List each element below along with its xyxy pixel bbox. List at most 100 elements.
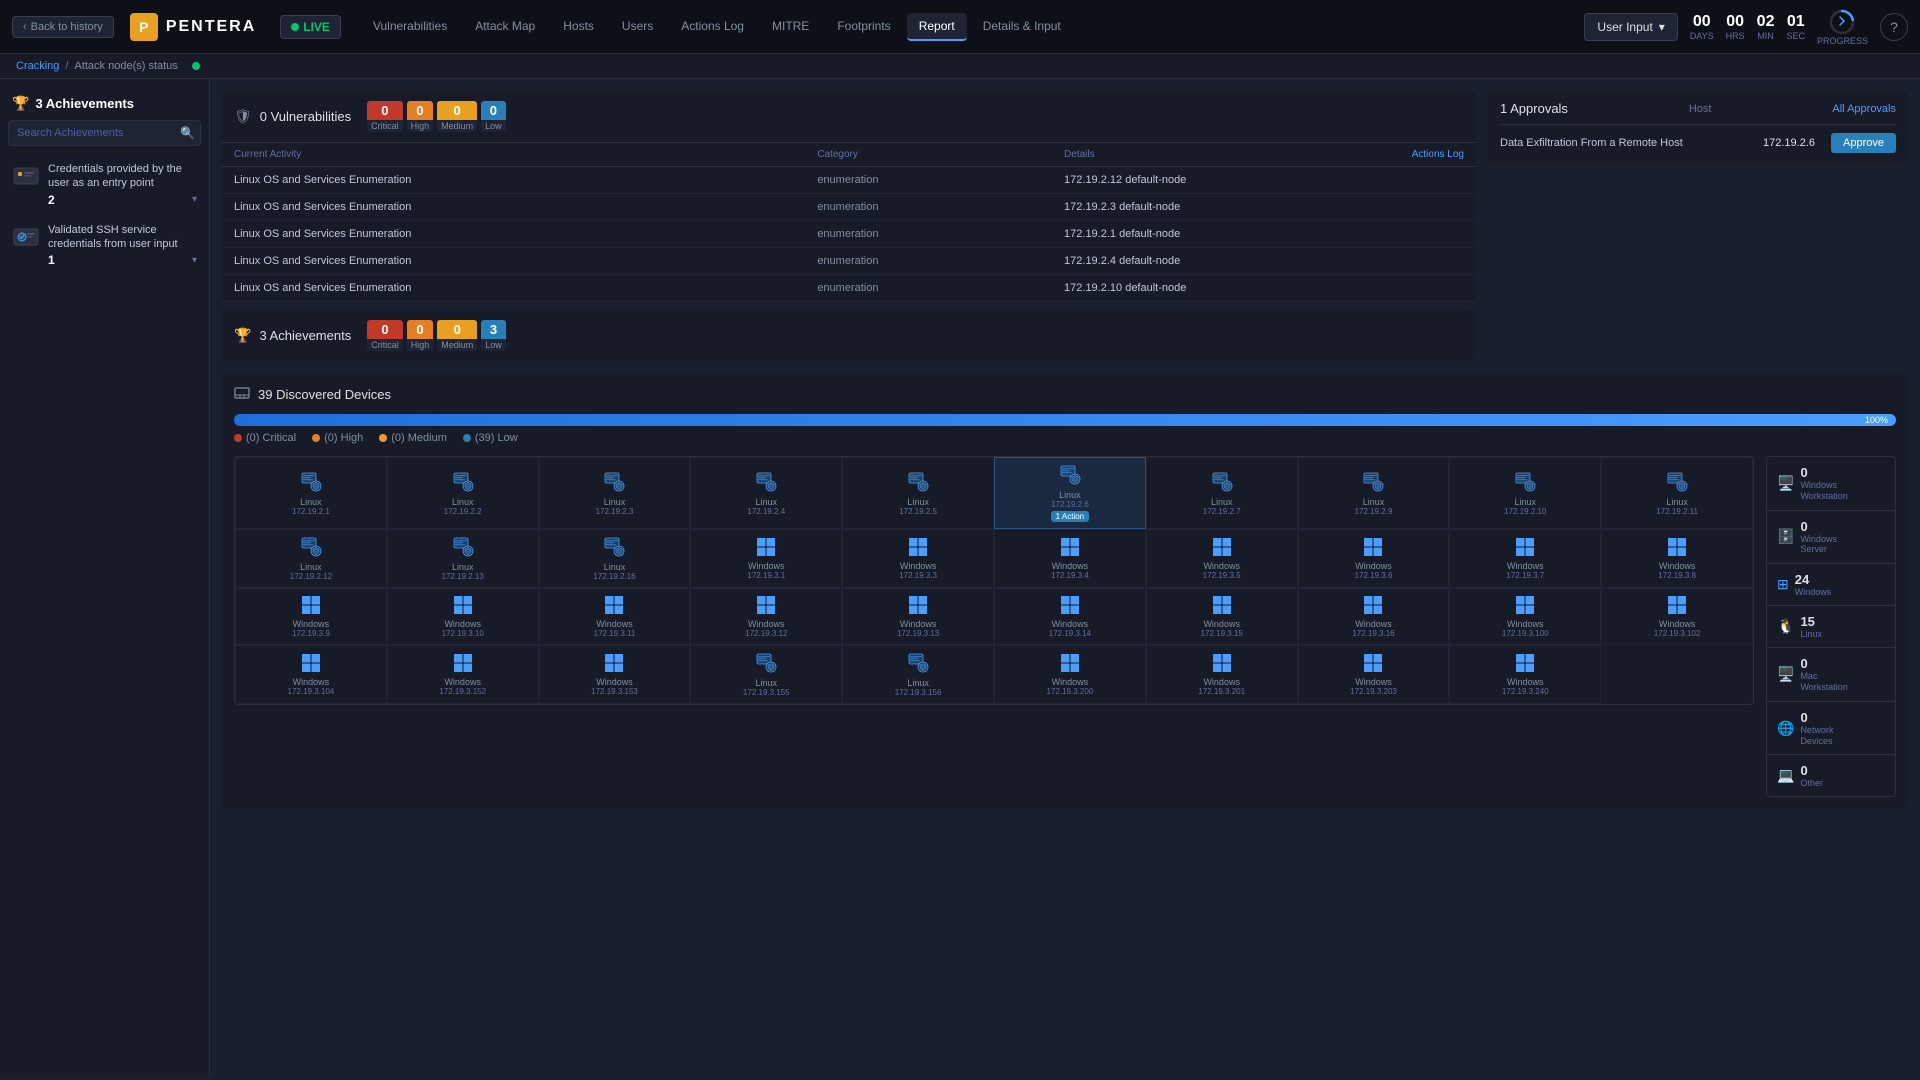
device-cell[interactable]: Windows 172.19.3.15 (1146, 588, 1298, 645)
device-ip: 172.19.3.100 (1502, 629, 1549, 638)
device-cell[interactable]: Linux 172.19.2.13 (387, 529, 539, 588)
device-cell[interactable]: Windows 172.19.3.13 (842, 588, 994, 645)
device-name: Linux (756, 497, 778, 507)
device-cell[interactable]: Windows 172.19.3.9 (235, 588, 387, 645)
device-cell[interactable]: Windows 172.19.3.153 (539, 645, 691, 704)
device-cell[interactable]: Windows 172.19.3.102 (1601, 588, 1753, 645)
device-cell[interactable]: Linux 172.19.2.5 (842, 457, 994, 529)
nav-details-input[interactable]: Details & Input (971, 13, 1073, 41)
device-cell[interactable]: Windows 172.19.3.6 (1298, 529, 1450, 588)
nav-attack-map[interactable]: Attack Map (463, 13, 547, 41)
device-icon-container (1212, 595, 1232, 618)
device-cell[interactable]: Windows 172.19.3.14 (994, 588, 1146, 645)
devices-icon (234, 385, 250, 404)
device-cell[interactable]: Linux 172.19.3.155 (690, 645, 842, 704)
device-cell[interactable]: Windows 172.19.3.201 (1146, 645, 1298, 704)
cat-win-workstation: 🖥️ 0 WindowsWorkstation (1767, 457, 1895, 511)
achievement-expand-2[interactable]: ▾ (192, 255, 197, 266)
nav-mitre[interactable]: MITRE (760, 13, 821, 41)
device-cell[interactable]: Linux 172.19.2.11 (1601, 457, 1753, 529)
device-cell[interactable]: Linux 172.19.2.3 (539, 457, 691, 529)
nav-footprints[interactable]: Footprints (825, 13, 902, 41)
device-cell[interactable]: Windows 172.19.3.7 (1449, 529, 1601, 588)
achievement-expand-1[interactable]: ▾ (192, 194, 197, 205)
nav-items: Vulnerabilities Attack Map Hosts Users A… (361, 13, 1584, 41)
device-cell[interactable]: Windows 172.19.3.16 (1298, 588, 1450, 645)
device-name: Windows (1507, 619, 1544, 629)
progress-bar-fill (234, 414, 1896, 426)
device-cell[interactable]: Windows 172.19.3.203 (1298, 645, 1450, 704)
device-name: Windows (1659, 561, 1696, 571)
device-name: Linux (300, 562, 322, 572)
device-cell[interactable]: Linux 172.19.2.7 (1146, 457, 1298, 529)
device-name: Windows (1052, 561, 1089, 571)
device-icon-container (452, 536, 474, 561)
device-cell[interactable]: Windows 172.19.3.12 (690, 588, 842, 645)
help-button[interactable]: ? (1880, 13, 1908, 41)
device-cell[interactable]: Linux 172.19.2.1 (235, 457, 387, 529)
device-cell[interactable]: Linux 172.19.2.10 (1449, 457, 1601, 529)
achievement-title-2: Validated SSH service credentials from u… (48, 223, 197, 252)
logo-icon: P (130, 13, 158, 41)
devices-content: Linux 172.19.2.1 Linux 172.19.2.2 (234, 456, 1896, 797)
cell-details: 172.19.2.4 default-node (1052, 248, 1476, 275)
nav-vulnerabilities[interactable]: Vulnerabilities (361, 13, 459, 41)
cell-details: 172.19.2.10 default-node (1052, 275, 1476, 302)
device-cell[interactable]: Windows 172.19.3.100 (1449, 588, 1601, 645)
device-cell[interactable]: Windows 172.19.3.3 (842, 529, 994, 588)
device-cell[interactable]: Linux 172.19.2.12 (235, 529, 387, 588)
windows-device-icon (604, 653, 624, 673)
device-ip: 172.19.2.12 (290, 572, 332, 581)
logo: P PENTERA (130, 13, 256, 41)
legend-critical: (0) Critical (234, 432, 296, 444)
all-approvals-link[interactable]: All Approvals (1832, 103, 1896, 115)
device-cell[interactable]: Windows 172.19.3.240 (1449, 645, 1601, 704)
device-cell[interactable]: Windows 172.19.3.104 (235, 645, 387, 704)
table-row[interactable]: Linux OS and Services Enumeration enumer… (222, 194, 1476, 221)
device-icon-container (453, 595, 473, 618)
device-cell[interactable]: Windows 172.19.3.152 (387, 645, 539, 704)
nav-users[interactable]: Users (610, 13, 665, 41)
device-cell[interactable]: Linux 172.19.2.2 (387, 457, 539, 529)
device-cell[interactable]: Windows 172.19.3.4 (994, 529, 1146, 588)
nav-report[interactable]: Report (907, 13, 967, 41)
table-row[interactable]: Linux OS and Services Enumeration enumer… (222, 221, 1476, 248)
approvals-title: 1 Approvals (1500, 101, 1568, 116)
device-cell[interactable]: Linux 172.19.2.9 (1298, 457, 1450, 529)
device-cell[interactable]: Windows 172.19.3.1 (690, 529, 842, 588)
table-row[interactable]: Linux OS and Services Enumeration enumer… (222, 167, 1476, 194)
device-ip: 172.19.2.2 (444, 507, 482, 516)
device-cell[interactable]: Linux 172.19.2.6 1 Action (994, 457, 1146, 529)
device-cell[interactable]: Windows 172.19.3.11 (539, 588, 691, 645)
device-name: Linux (604, 562, 626, 572)
user-input-button[interactable]: User Input ▾ (1584, 13, 1677, 41)
approve-button[interactable]: Approve (1831, 133, 1896, 153)
timer-sec-value: 01 (1786, 13, 1805, 31)
timer-days: 00 DAYS (1690, 13, 1714, 41)
device-ip: 172.19.2.7 (1203, 507, 1241, 516)
device-cell[interactable]: Linux 172.19.2.4 (690, 457, 842, 529)
device-cell[interactable]: Windows 172.19.3.10 (387, 588, 539, 645)
search-input[interactable] (8, 120, 201, 146)
approvals-host-label: Host (1568, 103, 1832, 115)
device-cell[interactable]: Linux 172.19.2.16 (539, 529, 691, 588)
table-row[interactable]: Linux OS and Services Enumeration enumer… (222, 275, 1476, 302)
achievement-item-1[interactable]: Credentials provided by the user as an e… (0, 154, 209, 215)
achievement-item-2[interactable]: Validated SSH service credentials from u… (0, 215, 209, 276)
device-cell[interactable]: Windows 172.19.3.5 (1146, 529, 1298, 588)
achievements-subsection: 🏆 3 Achievements 0 Critical 0 High (222, 310, 1476, 361)
device-cell[interactable]: Windows 172.19.3.8 (1601, 529, 1753, 588)
windows-device-icon (301, 595, 321, 615)
approvals-count-label: 1 Approvals (1500, 101, 1568, 116)
back-button[interactable]: ‹ Back to history (12, 16, 114, 38)
nav-hosts[interactable]: Hosts (551, 13, 606, 41)
table-row[interactable]: Linux OS and Services Enumeration enumer… (222, 248, 1476, 275)
nav-actions-log[interactable]: Actions Log (669, 13, 756, 41)
device-cell[interactable]: Linux 172.19.3.156 (842, 645, 994, 704)
actions-log-link[interactable]: Actions Log (1412, 149, 1464, 160)
device-cell[interactable]: Windows 172.19.3.200 (994, 645, 1146, 704)
device-ip: 172.19.3.7 (1506, 571, 1544, 580)
breadcrumb-cracking[interactable]: Cracking (16, 60, 59, 72)
search-icon[interactable]: 🔍 (180, 126, 195, 140)
linux-device-icon (1514, 471, 1536, 493)
